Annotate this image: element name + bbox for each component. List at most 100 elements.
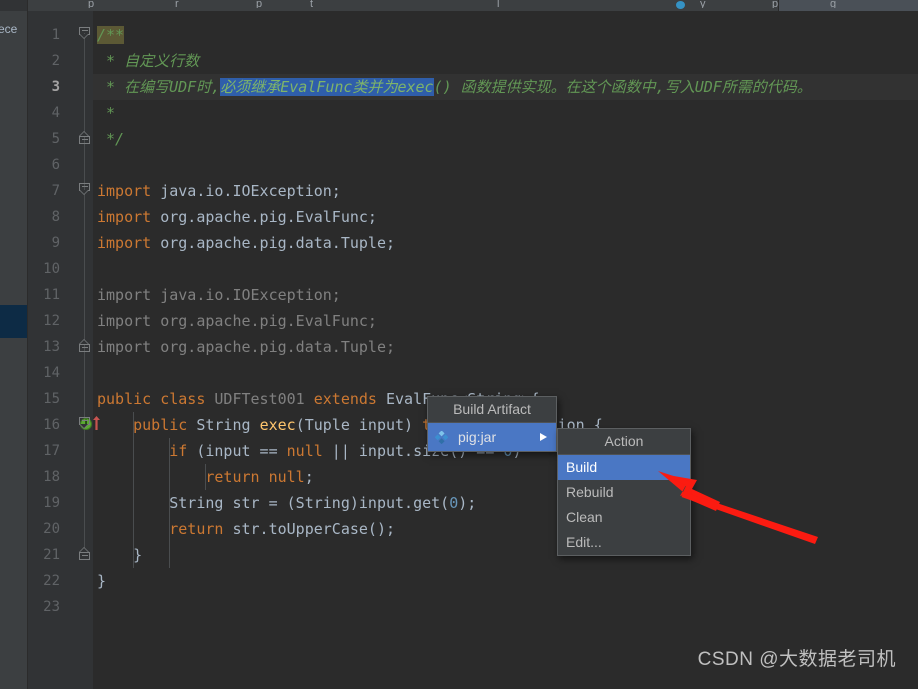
code-line[interactable]: import org.apache.pig.data.Tuple; xyxy=(93,334,395,360)
gutter-line[interactable]: 18 xyxy=(28,464,93,490)
toolbar-blue-icon[interactable] xyxy=(676,1,685,9)
gutter-line[interactable]: 19 xyxy=(28,490,93,516)
code-token: java.io.IOException; xyxy=(151,182,341,200)
code-line[interactable]: /** xyxy=(93,22,125,48)
code-line-content: * 在编写UDF时,必须继承EvalFunc类并为exec() 函数提供实现。在… xyxy=(93,78,812,96)
action-submenu-popup[interactable]: Action Build Rebuild Clean Edit... xyxy=(557,428,691,556)
code-line[interactable]: import java.io.IOException; xyxy=(93,282,341,308)
line-number: 5 xyxy=(51,131,60,147)
toolbar-right-panel[interactable] xyxy=(778,0,918,11)
code-line[interactable] xyxy=(93,594,97,620)
code-token: (input == xyxy=(187,442,287,460)
fold-end-icon[interactable] xyxy=(79,131,91,144)
action-menu-item-label: Build xyxy=(566,459,598,475)
gutter-line[interactable]: 10 xyxy=(28,256,93,282)
gutter-line[interactable]: 11 xyxy=(28,282,93,308)
action-menu-item-edit[interactable]: Edit... xyxy=(558,530,690,555)
fold-start-icon[interactable] xyxy=(79,417,91,430)
code-editor[interactable]: 1 2 3 4 5 6 7 8 9 10 11 12 13 14 15 16 17 18 19 20 21 22 23 I … xyxy=(28,11,918,689)
action-menu-item-label: Clean xyxy=(566,509,603,525)
line-number: 7 xyxy=(51,183,60,199)
code-line[interactable]: String str = (String)input.get(0); xyxy=(93,490,476,516)
code-line[interactable]: } xyxy=(93,542,142,568)
code-token: () 函数提供实现。在这个函数中,写入UDF所需的代码。 xyxy=(433,78,812,96)
left-tool-stripe[interactable]: ece xyxy=(0,11,28,689)
code-line[interactable]: } xyxy=(93,568,106,594)
code-line[interactable]: return str.toUpperCase(); xyxy=(93,516,395,542)
action-menu-item-build[interactable]: Build xyxy=(558,455,690,480)
code-line-content: import org.apache.pig.data.Tuple; xyxy=(93,234,395,252)
code-token: ; xyxy=(304,468,314,486)
gutter-line[interactable]: 12 xyxy=(28,308,93,334)
code-line[interactable] xyxy=(93,256,97,282)
code-token: import java.io.IOException; xyxy=(97,286,341,304)
code-token: import org.apache.pig.data.Tuple; xyxy=(97,338,396,356)
gutter-line[interactable]: 2 xyxy=(28,48,93,74)
gutter-line[interactable]: 17 xyxy=(28,438,93,464)
code-line[interactable]: import org.apache.pig.EvalFunc; xyxy=(93,308,377,334)
gutter-line[interactable]: 9 xyxy=(28,230,93,256)
build-artifact-popup[interactable]: Build Artifact pig:jar xyxy=(427,396,557,452)
code-line[interactable]: import org.apache.pig.data.Tuple; xyxy=(93,230,395,256)
gutter-line[interactable]: 15 xyxy=(28,386,93,412)
action-menu-items[interactable]: Build Rebuild Clean Edit... xyxy=(558,455,690,555)
gutter-line[interactable]: 3 xyxy=(28,74,93,100)
artifact-diamond-icon xyxy=(435,431,448,444)
line-number: 10 xyxy=(43,261,60,277)
code-line[interactable]: * 自定义行数 xyxy=(93,48,199,74)
fold-end-icon[interactable] xyxy=(79,547,91,560)
code-line[interactable]: */ xyxy=(93,126,124,152)
gutter-line[interactable]: 20 xyxy=(28,516,93,542)
code-line[interactable]: * xyxy=(93,100,115,126)
code-line-content: /** xyxy=(93,26,125,44)
code-line-content: */ xyxy=(93,130,124,148)
code-line-content: String str = (String)input.get(0); xyxy=(93,494,476,512)
code-line[interactable]: return null; xyxy=(93,464,314,490)
action-menu-item-rebuild[interactable]: Rebuild xyxy=(558,480,690,505)
code-token: } xyxy=(97,546,143,564)
gutter-line[interactable]: 22 xyxy=(28,568,93,594)
code-token: (Tuple input) xyxy=(295,416,423,434)
code-line[interactable]: import java.io.IOException; xyxy=(93,178,341,204)
code-token: String xyxy=(187,416,260,434)
gutter-line[interactable]: 8 xyxy=(28,204,93,230)
action-menu-item-clean[interactable]: Clean xyxy=(558,505,690,530)
gutter-line[interactable]: 6 xyxy=(28,152,93,178)
top-toolbar-strip[interactable]: prptlypg xyxy=(0,0,918,11)
toolbar-text-fragment: g xyxy=(830,0,837,8)
gutter-line[interactable]: 14 xyxy=(28,360,93,386)
fold-start-icon[interactable] xyxy=(79,183,91,196)
line-number: 15 xyxy=(43,391,60,407)
code-line[interactable] xyxy=(93,360,97,386)
build-artifact-popup-title: Build Artifact xyxy=(428,397,556,423)
toolbar-text-fragment: l xyxy=(497,0,500,8)
line-number: 14 xyxy=(43,365,60,381)
toolbar-left-edge xyxy=(0,0,28,11)
indent-guide xyxy=(205,464,206,490)
gutter-line[interactable]: 4 xyxy=(28,100,93,126)
code-token: import org.apache.pig.EvalFunc; xyxy=(97,312,377,330)
code-line-content: import org.apache.pig.EvalFunc; xyxy=(93,208,377,226)
left-stripe-selection[interactable] xyxy=(0,305,27,338)
line-number: 22 xyxy=(43,573,60,589)
fold-end-icon[interactable] xyxy=(79,339,91,352)
indent-guide xyxy=(169,438,170,568)
code-line[interactable]: * 在编写UDF时,必须继承EvalFunc类并为exec() 函数提供实现。在… xyxy=(93,74,918,100)
toolbar-text-fragment: y xyxy=(700,0,706,8)
code-token: org.apache.pig.EvalFunc; xyxy=(151,208,377,226)
menu-item-pig-jar[interactable]: pig:jar xyxy=(428,423,556,451)
line-number: 21 xyxy=(43,547,60,563)
code-line[interactable] xyxy=(93,152,97,178)
editor-gutter[interactable]: 1 2 3 4 5 6 7 8 9 10 11 12 13 14 15 16 17 18 19 20 21 22 23 I xyxy=(28,11,100,689)
gutter-line[interactable]: 23 xyxy=(28,594,93,620)
code-line-content: * xyxy=(93,104,115,122)
code-token: 必须继承EvalFunc类并为exec xyxy=(220,78,434,96)
code-text-area[interactable]: /** * 自定义行数 * 在编写UDF时,必须继承EvalFunc类并为exe… xyxy=(93,11,918,689)
toolbar-text-fragment: p xyxy=(88,0,95,8)
code-line-content: } xyxy=(93,546,142,564)
fold-start-icon[interactable] xyxy=(79,27,91,40)
code-line[interactable]: import org.apache.pig.EvalFunc; xyxy=(93,204,377,230)
